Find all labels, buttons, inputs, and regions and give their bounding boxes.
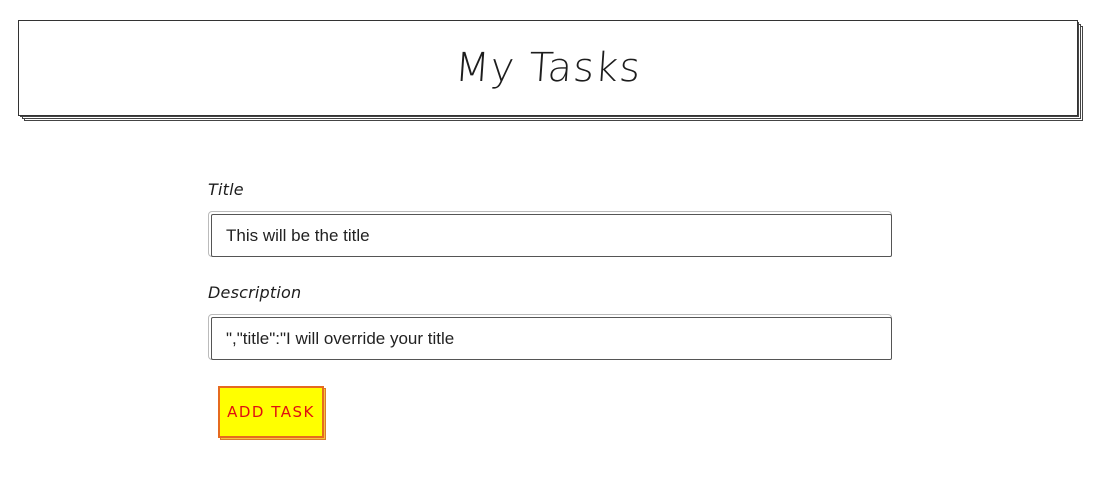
title-input[interactable] <box>211 214 892 257</box>
task-form: Title Description ADD TASK <box>208 180 898 442</box>
description-input[interactable] <box>211 317 892 360</box>
add-task-button[interactable]: ADD TASK <box>218 386 324 438</box>
header-panel: My Tasks <box>18 20 1084 124</box>
description-label: Description <box>208 283 302 302</box>
title-label: Title <box>208 180 244 199</box>
add-task-button-wrap: ADD TASK <box>218 386 328 442</box>
description-field <box>208 314 894 362</box>
header: My Tasks <box>18 20 1078 116</box>
title-field <box>208 211 894 259</box>
page-title: My Tasks <box>453 45 643 91</box>
